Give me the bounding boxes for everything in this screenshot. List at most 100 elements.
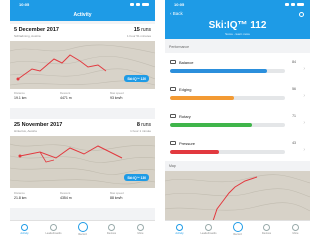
activity-card[interactable]: 5 December 2017 Schladming, Austria 15 r… xyxy=(10,24,155,108)
activity-map[interactable]: Ski:IQ™ 130 xyxy=(10,136,155,188)
status-icons xyxy=(130,3,149,6)
activity-date: 25 November 2017 xyxy=(14,122,63,128)
tab-label: Leaderboards xyxy=(45,232,62,235)
activity-duration: 1 hour 1 minute xyxy=(130,129,151,133)
tab-devices[interactable]: Devices xyxy=(252,223,281,239)
activity-icon xyxy=(21,224,28,231)
stat-value: 19.1 km xyxy=(14,96,27,100)
stat-distance: Distance 21.8 km xyxy=(14,191,59,200)
performance-card: Balance 84 › Edging 56 › Rotary 71 › Pre… xyxy=(165,53,310,161)
wifi-icon xyxy=(291,3,295,6)
skiiq-badge[interactable]: Ski:IQ™ 120 xyxy=(124,75,149,82)
activity-location: Schladming, Austria xyxy=(14,34,41,38)
back-label: Back xyxy=(172,11,183,16)
tab-bar: Activity Leaderboards Record Devices Mor… xyxy=(165,220,310,240)
battery-icon xyxy=(142,3,149,6)
trophy-icon xyxy=(205,224,212,231)
device-icon xyxy=(263,224,270,231)
tab-label: Devices xyxy=(261,232,272,235)
stat-label: Distance xyxy=(14,191,25,195)
info-icon[interactable] xyxy=(299,12,304,17)
stat-max-speed: Max speed 88 km/h xyxy=(110,191,155,200)
detail-map[interactable] xyxy=(165,171,310,221)
metric-name: Rotary xyxy=(179,114,191,119)
chevron-right-icon: › xyxy=(303,120,305,126)
status-icons xyxy=(285,3,304,6)
learn-more-link[interactable]: Score - learn more xyxy=(165,32,310,36)
metric-score: 43 xyxy=(292,141,296,145)
runs-unit: runs xyxy=(141,122,151,128)
trophy-icon xyxy=(50,224,57,231)
tab-more[interactable]: More xyxy=(126,223,155,239)
chevron-right-icon: › xyxy=(303,93,305,99)
runs-unit: runs xyxy=(141,27,151,33)
more-icon xyxy=(137,224,144,231)
metric-bar-track xyxy=(170,150,285,154)
skiiq-badge[interactable]: Ski:IQ™ 130 xyxy=(124,174,149,181)
edging-icon xyxy=(170,87,176,91)
performance-label: Performance xyxy=(169,45,190,49)
metric-edging[interactable]: Edging 56 › xyxy=(165,80,310,107)
metric-score: 71 xyxy=(292,114,296,118)
tab-record[interactable]: Record xyxy=(223,222,252,239)
metric-rotary[interactable]: Rotary 71 › xyxy=(165,107,310,134)
tab-label: More xyxy=(137,232,144,235)
tab-activity[interactable]: Activity xyxy=(165,223,194,239)
rotary-icon xyxy=(170,114,176,118)
activity-stats: Distance 19.1 km Descent 4471 m Max spee… xyxy=(10,89,155,108)
activity-screen: 10:05 Activity 5 December 2017 Schladmin… xyxy=(10,0,155,240)
metric-bar-track xyxy=(170,123,285,127)
tab-label: Record xyxy=(233,233,242,236)
metric-bar-track xyxy=(170,96,285,100)
stat-value: 93 km/h xyxy=(110,96,123,100)
status-time: 10:05 xyxy=(174,2,185,7)
page-title: Activity xyxy=(73,12,92,18)
tab-leaderboards[interactable]: Leaderboards xyxy=(194,223,223,239)
tab-leaderboards[interactable]: Leaderboards xyxy=(39,223,68,239)
metric-name: Pressure xyxy=(179,141,196,146)
tab-more[interactable]: More xyxy=(281,223,310,239)
skiiq-header: ‹ Back Ski:IQ™ 112 Score - learn more xyxy=(165,9,310,39)
metric-bar-fill xyxy=(170,69,267,73)
status-bar: 10:05 xyxy=(165,0,310,9)
metric-bar-fill xyxy=(170,123,252,127)
activity-card[interactable]: 25 November 2017 Hintertux, Austria 8 ru… xyxy=(10,119,155,208)
back-button[interactable]: ‹ Back xyxy=(170,11,183,16)
stat-label: Max speed xyxy=(110,91,124,95)
map-label: Map xyxy=(169,164,176,168)
battery-icon xyxy=(297,3,304,6)
runs-number: 15 xyxy=(133,27,140,33)
record-icon xyxy=(232,222,243,232)
stat-descent: Descent 4471 m xyxy=(60,91,105,100)
metric-name: Balance xyxy=(179,60,194,65)
metric-bar-fill xyxy=(170,150,220,154)
device-icon xyxy=(108,224,115,231)
stat-value: 4354 m xyxy=(60,196,72,200)
tab-devices[interactable]: Devices xyxy=(97,223,126,239)
skiiq-score-title: Ski:IQ™ 112 xyxy=(208,20,267,31)
runs-count: 15 runs xyxy=(134,27,151,33)
metric-pressure[interactable]: Pressure 43 › xyxy=(165,134,310,161)
tab-bar: Activity Leaderboards Record Devices Mor… xyxy=(10,220,155,240)
metric-name: Edging xyxy=(179,87,192,92)
stat-label: Distance xyxy=(14,91,25,95)
tab-record[interactable]: Record xyxy=(68,222,97,239)
record-icon xyxy=(77,222,88,232)
balance-icon xyxy=(170,60,176,64)
metric-bar-fill xyxy=(170,96,235,100)
chevron-right-icon: › xyxy=(303,66,305,72)
stat-value: 21.8 km xyxy=(14,196,27,200)
tab-label: More xyxy=(292,232,299,235)
activity-map[interactable]: Ski:IQ™ 120 xyxy=(10,41,155,89)
activity-location: Hintertux, Austria xyxy=(14,129,37,133)
stat-distance: Distance 19.1 km xyxy=(14,91,59,100)
tab-activity[interactable]: Activity xyxy=(10,223,39,239)
chevron-right-icon: › xyxy=(303,147,305,153)
metric-balance[interactable]: Balance 84 › xyxy=(165,53,310,80)
stat-label: Descent xyxy=(60,91,71,95)
metric-bar-track xyxy=(170,69,285,73)
stat-value: 88 km/h xyxy=(110,196,123,200)
activity-duration: 1 hour 51 minutes xyxy=(126,34,151,38)
more-icon xyxy=(292,224,299,231)
status-time: 10:05 xyxy=(19,2,30,7)
